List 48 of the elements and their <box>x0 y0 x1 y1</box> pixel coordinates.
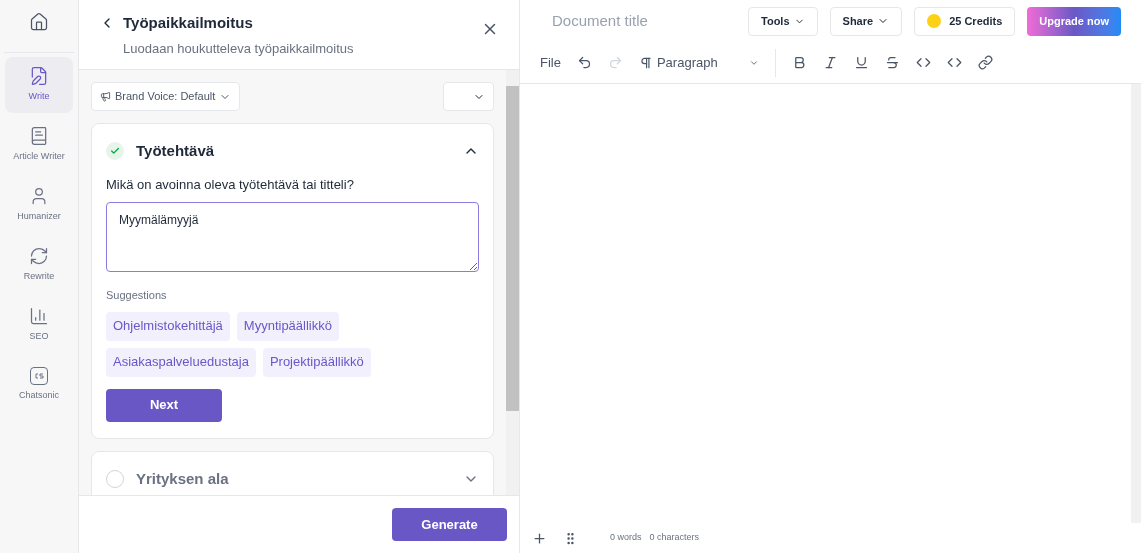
next-button[interactable]: Next <box>106 388 222 422</box>
sidebar-item[interactable]: Article Writer <box>5 117 73 173</box>
sidebar-item[interactable]: Humanizer <box>5 177 73 233</box>
refresh-icon <box>29 246 49 267</box>
suggestion-chip[interactable]: Projektipäällikkö <box>262 347 371 377</box>
plus-icon[interactable] <box>532 530 547 546</box>
bar-chart-icon <box>29 306 49 327</box>
megaphone-icon <box>100 91 111 102</box>
chat-icon <box>30 367 48 386</box>
credits-button[interactable]: 25 Credits <box>914 6 1016 36</box>
generate-button[interactable]: Generate <box>392 508 507 541</box>
brand-voice-dropdown[interactable]: Brand Voice: Default <box>91 82 241 111</box>
share-button[interactable]: Share <box>829 6 903 36</box>
coin-icon <box>927 14 942 28</box>
sidebar-item[interactable]: Chatsonic <box>5 357 73 413</box>
panel-subtitle: Luodaan houkutteleva työpaikkailmoitus <box>123 39 355 58</box>
character-count: 0 characters <box>649 531 700 545</box>
pilcrow-icon <box>638 55 653 70</box>
document-title-field[interactable]: Document title <box>552 9 737 33</box>
suggestions-label: Suggestions <box>106 288 168 303</box>
home-icon[interactable] <box>29 12 49 32</box>
link-icon[interactable] <box>977 55 993 70</box>
sidebar-item[interactable]: Rewrite <box>5 237 73 293</box>
upgrade-button[interactable]: Upgrade now <box>1027 6 1121 36</box>
file-menu[interactable]: File <box>540 52 561 73</box>
tools-button[interactable]: Tools <box>748 6 818 36</box>
suggestion-chip[interactable]: Ohjelmistokehittäjä <box>106 311 230 341</box>
sidebar-item[interactable]: Write <box>5 57 73 113</box>
undo-icon[interactable] <box>576 55 592 70</box>
panel-title: Työpaikkailmoitus <box>123 13 254 33</box>
step-title[interactable]: Yrityksen ala <box>136 467 451 490</box>
italic-icon[interactable] <box>822 55 838 70</box>
step-title[interactable]: Työtehtävä <box>136 140 451 163</box>
word-count: 0 words <box>610 531 642 545</box>
pen-document-icon <box>29 66 49 87</box>
scrollbar[interactable] <box>506 70 519 495</box>
book-icon <box>29 126 49 147</box>
suggestion-chip[interactable]: Myyntipäällikkö <box>236 311 339 341</box>
question-label: Mikä on avoinna oleva työtehtävä tai titteli? <box>106 175 355 194</box>
sidebar-item[interactable]: SEO <box>5 297 73 353</box>
scrollbar[interactable] <box>1131 84 1141 523</box>
answer-field[interactable]: Myymälämyyjä <box>106 202 479 272</box>
suggestion-chip[interactable]: Asiakaspalveluedustaja <box>106 347 256 377</box>
code-icon[interactable] <box>915 55 931 70</box>
code-icon[interactable] <box>946 55 962 70</box>
paragraph-dropdown[interactable]: Paragraph <box>638 52 759 73</box>
underline-icon[interactable] <box>853 55 869 70</box>
strikethrough-icon[interactable] <box>884 55 900 70</box>
